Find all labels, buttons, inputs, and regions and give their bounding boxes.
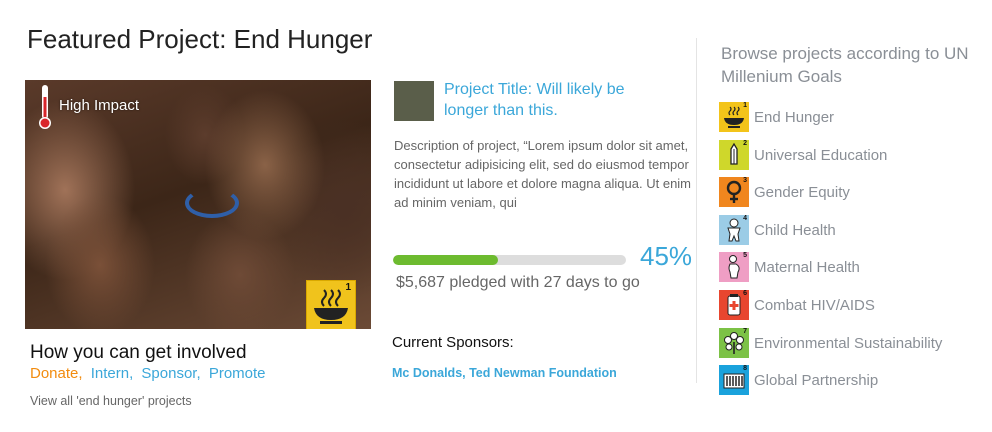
goal-label: Gender Equity <box>754 184 850 202</box>
sponsor-link[interactable]: Sponsor, <box>141 365 200 382</box>
featured-project-image[interactable]: High Impact 1 <box>25 80 371 329</box>
involved-heading: How you can get involved <box>30 342 247 363</box>
medicine-icon: 6 <box>719 289 749 320</box>
goal-item-combat-hiv-aids[interactable]: 6 Combat HIV/AIDS <box>719 289 942 328</box>
goal-item-universal-education[interactable]: 2 Universal Education <box>719 139 942 178</box>
impact-label: High Impact <box>59 97 140 114</box>
project-thumbnail[interactable] <box>394 81 434 121</box>
child-icon: 4 <box>719 214 749 245</box>
bowl-icon: 1 <box>719 102 749 132</box>
goal-label: Global Partnership <box>754 372 879 390</box>
intern-link[interactable]: Intern, <box>91 365 134 382</box>
promote-link[interactable]: Promote <box>209 365 266 382</box>
goal-item-child-health[interactable]: 4 Child Health <box>719 214 942 253</box>
funding-progress-bar <box>393 255 626 265</box>
goal-item-global-partnership[interactable]: 8 Global Partnership <box>719 365 942 403</box>
sponsors-list[interactable]: Mc Donalds, Ted Newman Foundation <box>392 366 617 380</box>
funding-progress-fill <box>393 255 498 265</box>
project-description: Description of project, “Lorem ipsum dol… <box>394 138 692 210</box>
goal-label: End Hunger <box>754 109 835 126</box>
view-all-projects-link[interactable]: View all 'end hunger' projects <box>30 394 192 408</box>
involve-links: Donate, Intern, Sponsor, Promote <box>30 365 270 382</box>
funding-percent: 45% <box>640 241 693 271</box>
impact-badge <box>37 83 53 136</box>
goal-number: 4 <box>743 214 747 222</box>
goal-number: 3 <box>743 177 747 185</box>
column-divider <box>696 38 697 383</box>
goal-item-environmental-sustainability[interactable]: 7 Environmental Sustainability <box>719 327 943 366</box>
pencil-icon: 2 <box>719 139 749 170</box>
goal-label: Environmental Sustainability <box>754 334 943 352</box>
goal-item-end-hunger[interactable]: 1 End Hunger <box>719 102 942 140</box>
donate-link[interactable]: Donate, <box>30 365 83 382</box>
goal-label: Child Health <box>754 221 836 239</box>
goal-number: 7 <box>743 327 747 335</box>
mother-icon: 5 <box>719 252 749 283</box>
goal-label: Combat HIV/AIDS <box>754 296 875 314</box>
goal-item-maternal-health[interactable]: 5 Maternal Health <box>719 252 942 290</box>
goal-tile-number: 1 <box>345 282 351 293</box>
goal-label: Maternal Health <box>754 259 860 277</box>
pledge-status: $5,687 pledged with 27 days to go <box>396 274 640 291</box>
sponsors-label: Current Sponsors: <box>392 334 514 351</box>
goal-label: Universal Education <box>754 146 888 164</box>
thermometer-icon <box>39 85 51 129</box>
goal-number: 1 <box>743 102 747 109</box>
goal-list: 1 End Hunger 2 Universal Education 3 Gen… <box>719 102 942 403</box>
goal-number: 6 <box>743 289 747 297</box>
plant-icon: 7 <box>719 327 749 358</box>
people-group-icon: 8 <box>719 365 749 396</box>
page-title: Featured Project: End Hunger <box>27 24 373 54</box>
goal-number: 5 <box>743 252 747 260</box>
goal-number: 2 <box>743 139 747 147</box>
female-symbol-icon: 3 <box>719 177 749 208</box>
goal-item-gender-equity[interactable]: 3 Gender Equity <box>719 177 942 215</box>
goal-number: 8 <box>743 365 747 373</box>
browse-heading: Browse projects according to UN Milleniu… <box>721 44 969 86</box>
goal-tile-end-hunger: 1 <box>306 280 356 329</box>
project-title-link[interactable]: Project Title: Will likely be longer tha… <box>444 79 644 121</box>
photo-detail <box>185 188 239 218</box>
